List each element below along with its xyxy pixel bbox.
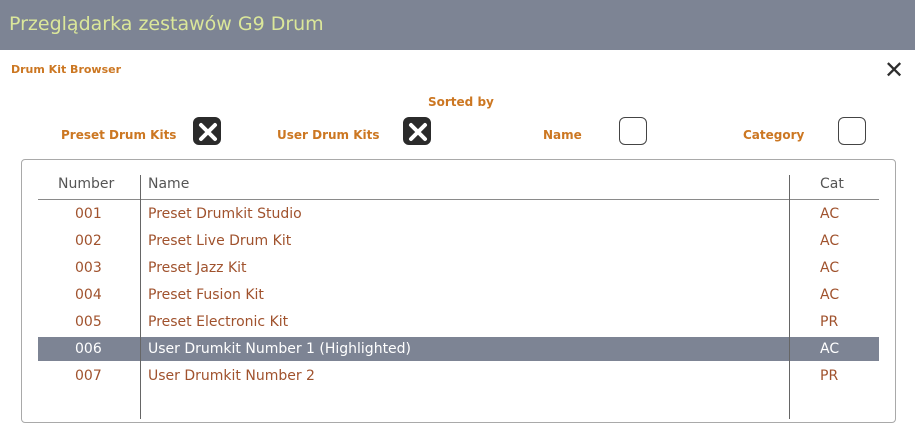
- title-bar: Przeglądarka zestawów G9 Drum: [0, 0, 915, 50]
- cell-cat: PR: [820, 368, 839, 384]
- cell-name: Preset Live Drum Kit: [148, 233, 292, 249]
- sorted-by-label: Sorted by: [428, 95, 494, 109]
- sort-category-checkbox[interactable]: [838, 117, 866, 145]
- preset-drum-kits-label: Preset Drum Kits: [61, 128, 177, 142]
- cell-name: User Drumkit Number 1 (Highlighted): [148, 341, 412, 357]
- table-row[interactable]: 004 Preset Fusion Kit AC: [38, 283, 879, 307]
- close-icon[interactable]: ✕: [884, 58, 904, 82]
- table-row[interactable]: 005 Preset Electronic Kit PR: [38, 310, 879, 334]
- preset-drum-kits-checkbox[interactable]: [193, 117, 221, 145]
- cell-number: 005: [75, 314, 102, 330]
- user-drum-kits-label: User Drum Kits: [277, 128, 380, 142]
- sort-name-label: Name: [543, 128, 582, 142]
- column-header-cat[interactable]: Cat: [820, 176, 844, 192]
- cell-cat: AC: [820, 260, 840, 276]
- table-row[interactable]: 001 Preset Drumkit Studio AC: [38, 202, 879, 226]
- cell-name: Preset Jazz Kit: [148, 260, 247, 276]
- cell-number: 004: [75, 287, 102, 303]
- window-title: Przeglądarka zestawów G9 Drum: [9, 13, 324, 35]
- cell-number: 003: [75, 260, 102, 276]
- cell-name: Preset Electronic Kit: [148, 314, 289, 330]
- table-row[interactable]: 006 User Drumkit Number 1 (Highlighted) AC: [38, 337, 879, 361]
- table-row[interactable]: 003 Preset Jazz Kit AC: [38, 256, 879, 280]
- cell-number: 002: [75, 233, 102, 249]
- cell-name: User Drumkit Number 2: [148, 368, 315, 384]
- table-row[interactable]: 002 Preset Live Drum Kit AC: [38, 229, 879, 253]
- sort-category-label: Category: [743, 128, 805, 142]
- cell-number: 001: [75, 206, 102, 222]
- cell-number: 006: [75, 341, 102, 357]
- cell-cat: PR: [820, 314, 839, 330]
- user-drum-kits-checkbox[interactable]: [403, 117, 431, 145]
- cell-name: Preset Fusion Kit: [148, 287, 264, 303]
- header-divider: [38, 199, 879, 200]
- x-check-icon: [409, 123, 427, 141]
- table-row[interactable]: 007 User Drumkit Number 2 PR: [38, 364, 879, 388]
- column-header-number[interactable]: Number: [58, 176, 114, 192]
- cell-cat: AC: [820, 341, 840, 357]
- cell-name: Preset Drumkit Studio: [148, 206, 302, 222]
- cell-number: 007: [75, 368, 102, 384]
- cell-cat: AC: [820, 287, 840, 303]
- cell-cat: AC: [820, 233, 840, 249]
- x-check-icon: [199, 123, 217, 141]
- column-header-name[interactable]: Name: [148, 176, 189, 192]
- cell-cat: AC: [820, 206, 840, 222]
- sort-name-checkbox[interactable]: [619, 117, 647, 145]
- column-divider: [789, 175, 790, 419]
- column-divider: [140, 175, 141, 419]
- dialog-subtitle: Drum Kit Browser: [11, 63, 122, 76]
